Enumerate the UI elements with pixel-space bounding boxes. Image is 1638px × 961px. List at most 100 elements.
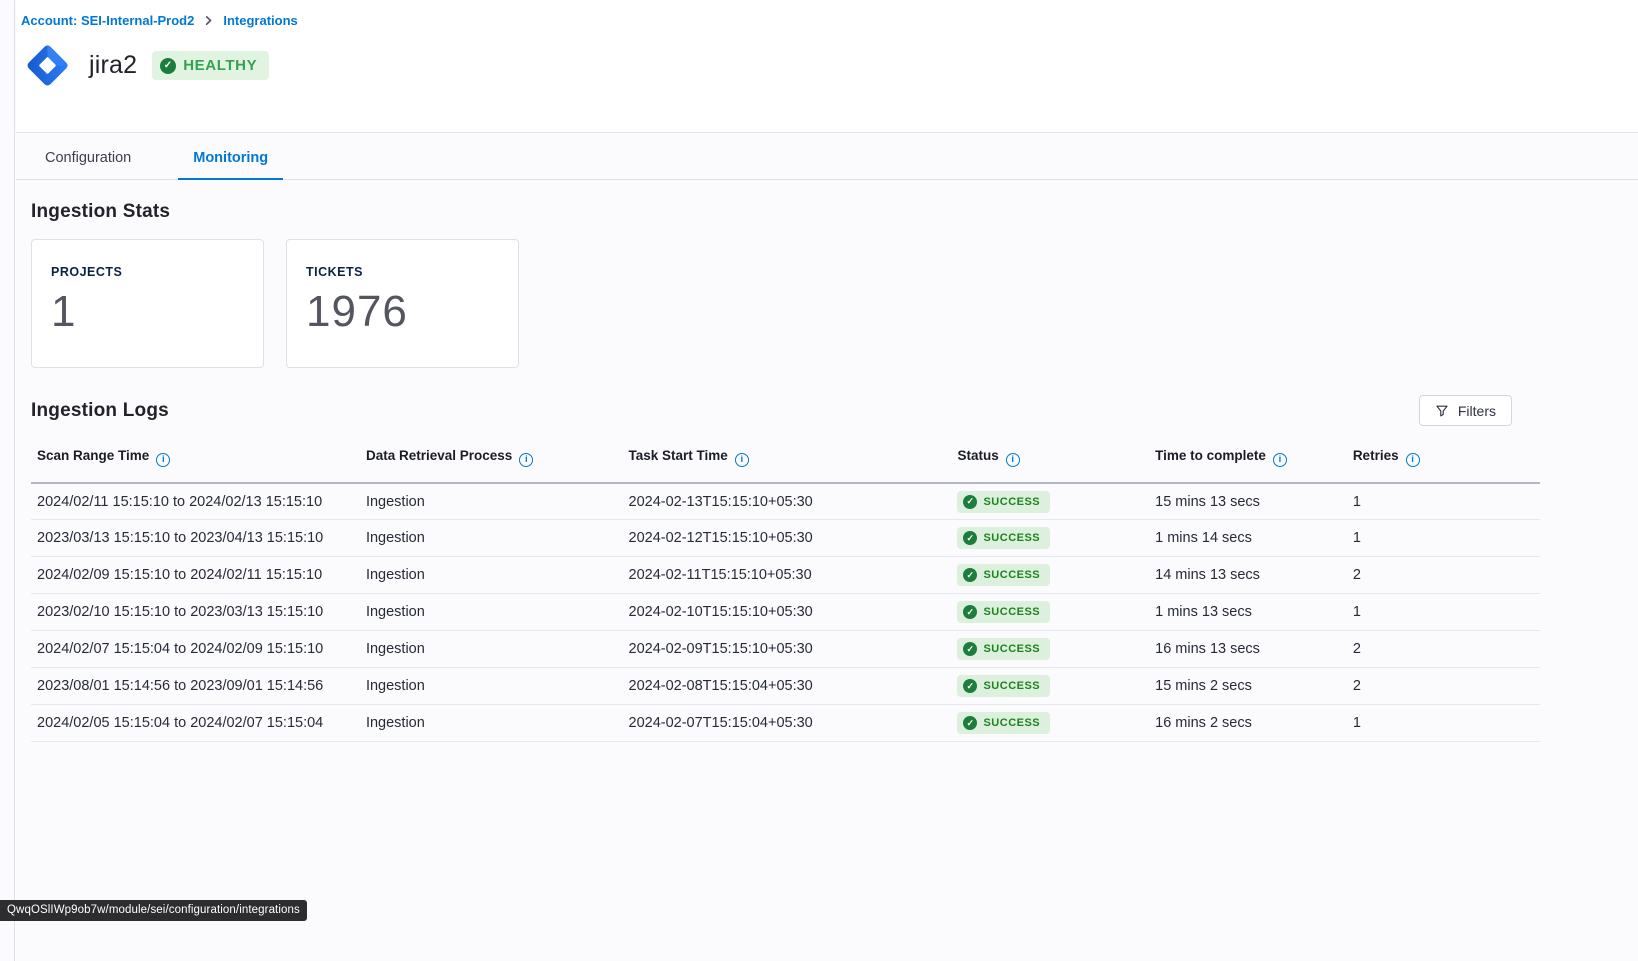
- check-circle-icon: ✓: [963, 642, 977, 656]
- cell-task-start-time: 2024-02-13T15:15:10+05:30: [623, 483, 952, 520]
- check-circle-icon: ✓: [160, 58, 176, 74]
- stat-card-tickets: TICKETS 1976: [286, 239, 519, 368]
- status-cell: ✓SUCCESS: [951, 557, 1149, 594]
- table-row: 2024/02/11 15:15:10 to 2024/02/13 15:15:…: [31, 483, 1540, 520]
- breadcrumb-integrations-link[interactable]: Integrations: [223, 13, 297, 28]
- cell-time-to-complete: 14 mins 13 secs: [1149, 557, 1347, 594]
- column-header-time-to-complete: Time to completei: [1149, 440, 1347, 483]
- cell-scan-range-time: 2024/02/11 15:15:10 to 2024/02/13 15:15:…: [31, 483, 360, 520]
- cell-data-retrieval-process: Ingestion: [360, 705, 623, 742]
- cell-scan-range-time: 2024/02/05 15:15:04 to 2024/02/07 15:15:…: [31, 705, 360, 742]
- status-cell: ✓SUCCESS: [951, 668, 1149, 705]
- stat-card-label: PROJECTS: [51, 265, 244, 279]
- cell-time-to-complete: 1 mins 13 secs: [1149, 594, 1347, 631]
- cell-task-start-time: 2024-02-09T15:15:10+05:30: [623, 631, 952, 668]
- breadcrumb: Account: SEI-Internal-Prod2 Integrations: [21, 13, 1614, 28]
- status-cell: ✓SUCCESS: [951, 594, 1149, 631]
- cell-task-start-time: 2024-02-07T15:15:04+05:30: [623, 705, 952, 742]
- cell-task-start-time: 2024-02-08T15:15:04+05:30: [623, 668, 952, 705]
- table-row: 2023/08/01 15:14:56 to 2023/09/01 15:14:…: [31, 668, 1540, 705]
- page-title: jira2: [89, 51, 137, 80]
- stat-card-value: 1: [51, 290, 244, 334]
- status-badge: ✓SUCCESS: [957, 491, 1050, 513]
- status-badge: ✓SUCCESS: [957, 712, 1050, 734]
- check-circle-icon: ✓: [963, 531, 977, 545]
- cell-retries: 1: [1347, 594, 1540, 631]
- cell-data-retrieval-process: Ingestion: [360, 631, 623, 668]
- cell-data-retrieval-process: Ingestion: [360, 668, 623, 705]
- column-header-scan-range-time: Scan Range Timei: [31, 440, 360, 483]
- column-header-data-retrieval-process: Data Retrieval Processi: [360, 440, 623, 483]
- content-body: Ingestion Stats PROJECTS 1 TICKETS 1976 …: [16, 180, 1638, 766]
- table-row: 2024/02/05 15:15:04 to 2024/02/07 15:15:…: [31, 705, 1540, 742]
- info-icon[interactable]: i: [1406, 453, 1420, 467]
- status-cell: ✓SUCCESS: [951, 483, 1149, 520]
- status-cell: ✓SUCCESS: [951, 631, 1149, 668]
- cell-data-retrieval-process: Ingestion: [360, 520, 623, 557]
- status-badge: ✓SUCCESS: [957, 601, 1050, 623]
- ingestion-logs-table: Scan Range TimeiData Retrieval ProcessiT…: [31, 440, 1540, 742]
- tab-configuration[interactable]: Configuration: [30, 146, 146, 180]
- info-icon[interactable]: i: [519, 453, 533, 467]
- content-area: Configuration Monitoring Ingestion Stats …: [16, 133, 1638, 961]
- collapsed-nav-strip[interactable]: [0, 0, 15, 961]
- filter-icon: [1435, 404, 1449, 418]
- cell-task-start-time: 2024-02-11T15:15:10+05:30: [623, 557, 952, 594]
- check-circle-icon: ✓: [963, 605, 977, 619]
- cell-retries: 1: [1347, 483, 1540, 520]
- table-row: 2024/02/09 15:15:10 to 2024/02/11 15:15:…: [31, 557, 1540, 594]
- cell-scan-range-time: 2023/02/10 15:15:10 to 2023/03/13 15:15:…: [31, 594, 360, 631]
- ingestion-stats-heading: Ingestion Stats: [31, 180, 1540, 223]
- cell-retries: 2: [1347, 631, 1540, 668]
- page: Account: SEI-Internal-Prod2 Integrations: [16, 0, 1638, 961]
- column-header-task-start-time: Task Start Timei: [623, 440, 952, 483]
- column-header-status: Statusi: [951, 440, 1149, 483]
- cell-time-to-complete: 15 mins 2 secs: [1149, 668, 1347, 705]
- table-row: 2023/02/10 15:15:10 to 2023/03/13 15:15:…: [31, 594, 1540, 631]
- cell-retries: 2: [1347, 557, 1540, 594]
- stat-cards: PROJECTS 1 TICKETS 1976: [31, 239, 1540, 368]
- logs-table-head: Scan Range TimeiData Retrieval ProcessiT…: [31, 440, 1540, 483]
- tabs: Configuration Monitoring: [16, 133, 1638, 180]
- info-icon[interactable]: i: [1273, 453, 1287, 467]
- logs-header-row: Scan Range TimeiData Retrieval ProcessiT…: [31, 440, 1540, 483]
- info-icon[interactable]: i: [735, 453, 749, 467]
- table-row: 2024/02/07 15:15:04 to 2024/02/09 15:15:…: [31, 631, 1540, 668]
- page-header: Account: SEI-Internal-Prod2 Integrations: [16, 0, 1638, 133]
- cell-retries: 1: [1347, 520, 1540, 557]
- cell-time-to-complete: 16 mins 13 secs: [1149, 631, 1347, 668]
- health-status-badge: ✓ HEALTHY: [152, 51, 269, 80]
- cell-task-start-time: 2024-02-10T15:15:10+05:30: [623, 594, 952, 631]
- cell-retries: 1: [1347, 705, 1540, 742]
- check-circle-icon: ✓: [963, 679, 977, 693]
- status-badge: ✓SUCCESS: [957, 675, 1050, 697]
- info-icon[interactable]: i: [1006, 453, 1020, 467]
- breadcrumb-account-link[interactable]: Account: SEI-Internal-Prod2: [21, 13, 194, 28]
- logs-table-body: 2024/02/11 15:15:10 to 2024/02/13 15:15:…: [31, 483, 1540, 742]
- status-badge: ✓SUCCESS: [957, 638, 1050, 660]
- cell-data-retrieval-process: Ingestion: [360, 594, 623, 631]
- cell-data-retrieval-process: Ingestion: [360, 483, 623, 520]
- cell-retries: 2: [1347, 668, 1540, 705]
- ingestion-logs-heading: Ingestion Logs: [31, 400, 169, 422]
- status-cell: ✓SUCCESS: [951, 705, 1149, 742]
- status-badge: ✓SUCCESS: [957, 564, 1050, 586]
- health-badge-label: HEALTHY: [183, 57, 257, 74]
- tab-monitoring[interactable]: Monitoring: [178, 146, 283, 180]
- check-circle-icon: ✓: [963, 568, 977, 582]
- stat-card-label: TICKETS: [306, 265, 499, 279]
- column-header-retries: Retriesi: [1347, 440, 1540, 483]
- cell-scan-range-time: 2024/02/07 15:15:04 to 2024/02/09 15:15:…: [31, 631, 360, 668]
- cell-time-to-complete: 16 mins 2 secs: [1149, 705, 1347, 742]
- breadcrumb-chevron-icon: [203, 15, 214, 26]
- stat-card-value: 1976: [306, 290, 499, 334]
- filters-button[interactable]: Filters: [1419, 395, 1512, 426]
- info-icon[interactable]: i: [156, 453, 170, 467]
- cell-task-start-time: 2024-02-12T15:15:10+05:30: [623, 520, 952, 557]
- cell-time-to-complete: 15 mins 13 secs: [1149, 483, 1347, 520]
- jira-logo-icon: [21, 39, 74, 92]
- table-row: 2023/03/13 15:15:10 to 2023/04/13 15:15:…: [31, 520, 1540, 557]
- ingestion-logs-header-row: Ingestion Logs Filters: [31, 395, 1540, 426]
- cell-time-to-complete: 1 mins 14 secs: [1149, 520, 1347, 557]
- stat-card-projects: PROJECTS 1: [31, 239, 264, 368]
